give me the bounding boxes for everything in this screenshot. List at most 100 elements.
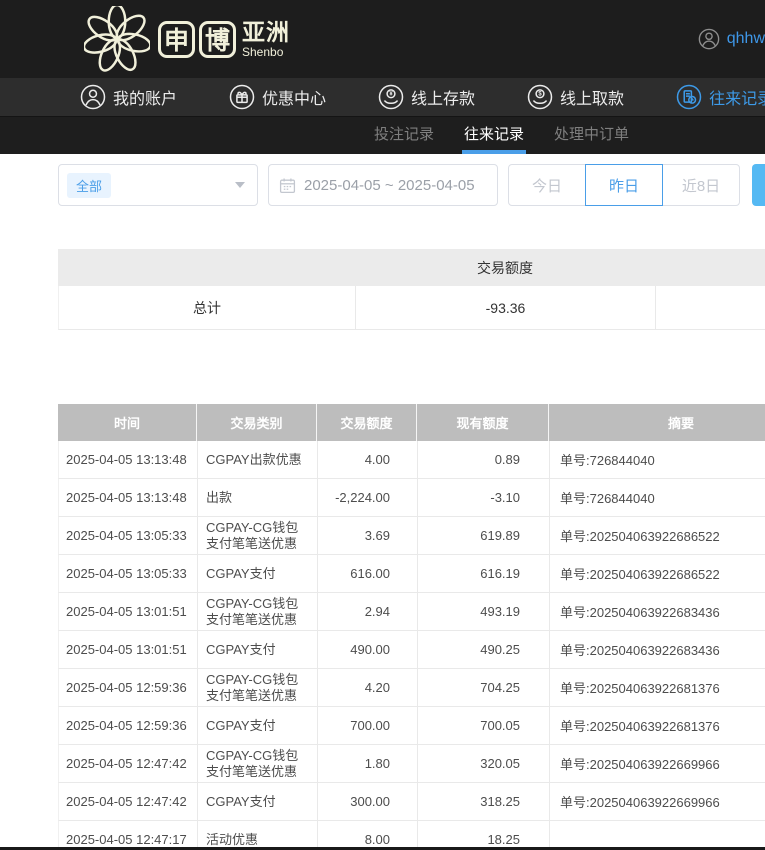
date-range-input[interactable]: 2025-04-05 ~ 2025-04-05 [268, 164, 498, 206]
table-row: 2025-04-05 12:59:36 CGPAY-CG钱包支付笔笔送优惠 4.… [58, 669, 765, 707]
summary-header-amount: 交易额度 [477, 259, 533, 276]
table-header-row: 时间 交易类别 交易额度 现有额度 摘要 [58, 404, 765, 441]
user-avatar-icon [698, 28, 720, 50]
cell-type: CGPAY支付 [198, 783, 318, 820]
cell-type: CGPAY-CG钱包支付笔笔送优惠 [198, 669, 318, 706]
nav-label: 优惠中心 [262, 91, 327, 108]
cell-memo: 单号:202504063922681376 [560, 719, 720, 734]
col-header-time: 时间 [58, 404, 197, 441]
nav-item-transaction-records[interactable]: 往来记录 [676, 84, 765, 110]
cell-time: 2025-04-05 12:59:36 [59, 707, 198, 744]
top-header: 申 博 亚洲 Shenbo qhhw [0, 0, 765, 78]
cell-balance: 490.25 [418, 631, 550, 668]
table-row: 2025-04-05 13:13:48 CGPAY出款优惠 4.00 0.89 … [58, 441, 765, 479]
cell-time: 2025-04-05 13:01:51 [59, 631, 198, 668]
table-row: 2025-04-05 13:01:51 CGPAY支付 490.00 490.2… [58, 631, 765, 669]
cell-time: 2025-04-05 12:47:42 [59, 745, 198, 782]
summary-total-label: 总计 [59, 286, 356, 329]
today-button[interactable]: 今日 [508, 164, 586, 206]
tab-transaction-records[interactable]: 往来记录 [462, 117, 527, 154]
chevron-down-icon [235, 182, 245, 188]
cell-type: 活动优惠 [198, 821, 318, 850]
records-icon [676, 84, 702, 110]
cell-amount: 616.00 [318, 555, 418, 592]
cell-balance: 619.89 [418, 517, 550, 554]
cell-amount: 700.00 [318, 707, 418, 744]
nav-item-deposit[interactable]: ¥ 线上存款 [378, 84, 475, 110]
username[interactable]: qhhw [727, 30, 765, 48]
cell-amount: 8.00 [318, 821, 418, 850]
tab-betting-records[interactable]: 投注记录 [372, 117, 436, 154]
cell-balance: 0.89 [418, 441, 550, 478]
cell-type: CGPAY出款优惠 [198, 441, 318, 478]
calendar-icon [279, 177, 296, 193]
cell-time: 2025-04-05 13:05:33 [59, 517, 198, 554]
table-body: 2025-04-05 13:13:48 CGPAY出款优惠 4.00 0.89 … [58, 441, 765, 850]
tab-label: 往来记录 [464, 126, 525, 143]
table-row: 2025-04-05 12:47:42 CGPAY支付 300.00 318.2… [58, 783, 765, 821]
type-select[interactable]: 全部 [58, 164, 258, 206]
cell-time: 2025-04-05 13:05:33 [59, 555, 198, 592]
tab-processing-orders[interactable]: 处理中订单 [552, 117, 631, 154]
quick-date-buttons: 今日 昨日 近8日 [508, 164, 740, 206]
promo-icon [229, 84, 255, 110]
nav-label: 线上存款 [411, 91, 476, 108]
col-header-balance: 现有额度 [417, 404, 549, 441]
cell-memo: 单号:202504063922669966 [560, 795, 720, 810]
brand-logo[interactable]: 申 博 亚洲 Shenbo [84, 6, 290, 72]
cell-memo: 单号:202504063922686522 [560, 529, 720, 544]
cell-memo: 单号:726844040 [560, 491, 655, 506]
cell-time: 2025-04-05 13:13:48 [59, 479, 198, 516]
cell-type: CGPAY-CG钱包支付笔笔送优惠 [198, 517, 318, 554]
cell-type: CGPAY支付 [198, 555, 318, 592]
brand-subtitle: Shenbo [242, 44, 284, 59]
flower-logo-icon [84, 6, 150, 72]
date-range-value: 2025-04-05 ~ 2025-04-05 [304, 176, 475, 194]
tab-label: 投注记录 [374, 126, 435, 143]
cell-time: 2025-04-05 12:47:42 [59, 783, 198, 820]
nav-item-promotions[interactable]: 优惠中心 [229, 84, 326, 110]
cell-balance: 700.05 [418, 707, 550, 744]
yesterday-button[interactable]: 昨日 [585, 164, 663, 206]
brand-region: 亚洲 [242, 18, 290, 45]
nav-item-my-account[interactable]: 我的账户 [80, 84, 177, 110]
cell-memo: 单号:726844040 [560, 453, 655, 468]
account-icon [80, 84, 106, 110]
cell-type: CGPAY支付 [198, 631, 318, 668]
table-row: 2025-04-05 13:01:51 CGPAY-CG钱包支付笔笔送优惠 2.… [58, 593, 765, 631]
cell-amount: 4.20 [318, 669, 418, 706]
table-row: 2025-04-05 13:05:33 CGPAY支付 616.00 616.1… [58, 555, 765, 593]
cell-amount: 2.94 [318, 593, 418, 630]
cell-balance: 18.25 [418, 821, 550, 850]
cell-type: CGPAY支付 [198, 707, 318, 744]
cell-time: 2025-04-05 13:13:48 [59, 441, 198, 478]
table-row: 2025-04-05 12:47:17 活动优惠 8.00 18.25 [58, 821, 765, 850]
cell-type: CGPAY-CG钱包支付笔笔送优惠 [198, 593, 318, 630]
cell-balance: 616.19 [418, 555, 550, 592]
cell-balance: 493.19 [418, 593, 550, 630]
brand-char-shen: 申 [158, 20, 195, 58]
cell-amount: 3.69 [318, 517, 418, 554]
search-button[interactable] [752, 164, 765, 206]
last-8-days-button[interactable]: 近8日 [662, 164, 740, 206]
col-header-memo: 摘要 [667, 416, 694, 431]
summary-empty-cell [656, 286, 765, 329]
user-account[interactable]: qhhw [698, 0, 765, 78]
page: 申 博 亚洲 Shenbo qhhw 我的账户 优惠中心 ¥ 线上存款 $ 线上… [0, 0, 765, 850]
cell-balance: -3.10 [418, 479, 550, 516]
type-select-value: 全部 [67, 172, 112, 198]
nav-item-withdraw[interactable]: $ 线上取款 [527, 84, 624, 110]
deposit-icon: ¥ [378, 84, 404, 110]
cell-balance: 320.05 [418, 745, 550, 782]
col-header-type: 交易类别 [197, 404, 317, 441]
cell-time: 2025-04-05 12:59:36 [59, 669, 198, 706]
nav-label: 往来记录 [709, 91, 765, 108]
tab-label: 处理中订单 [554, 126, 630, 143]
cell-amount: 300.00 [318, 783, 418, 820]
filter-bar: 全部 2025-04-05 ~ 2025-04-05 今日 昨日 近8日 [58, 164, 765, 206]
cell-amount: 4.00 [318, 441, 418, 478]
table-row: 2025-04-05 12:47:42 CGPAY-CG钱包支付笔笔送优惠 1.… [58, 745, 765, 783]
cell-time: 2025-04-05 12:47:17 [59, 821, 198, 850]
cell-time: 2025-04-05 13:01:51 [59, 593, 198, 630]
table-row: 2025-04-05 13:13:48 出款 -2,224.00 -3.10 单… [58, 479, 765, 517]
